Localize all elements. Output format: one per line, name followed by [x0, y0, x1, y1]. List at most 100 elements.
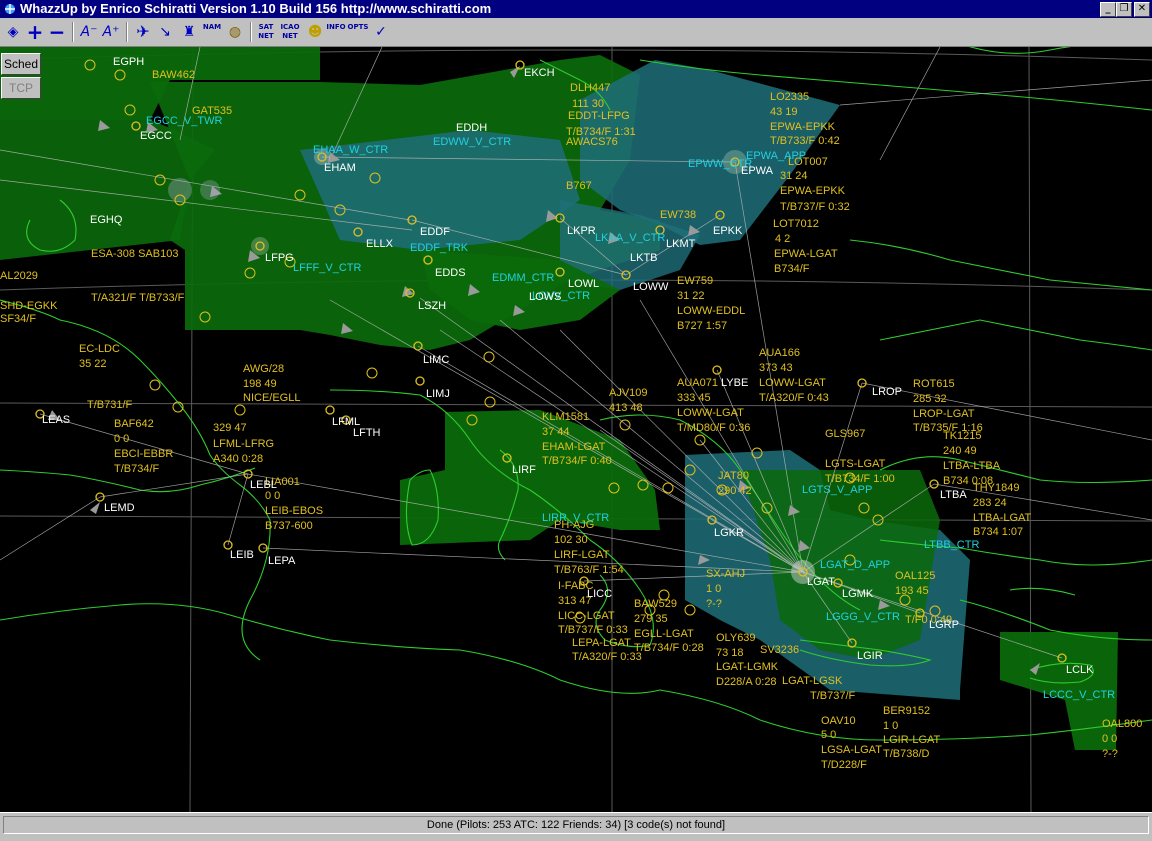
sched-button[interactable]: Sched	[1, 53, 41, 75]
airport-label[interactable]: LIMJ	[426, 388, 450, 400]
flight-label[interactable]: 333 45	[677, 392, 711, 404]
atc-label[interactable]: LGTS_V_APP	[802, 484, 872, 496]
opts-button[interactable]: OPTS	[347, 21, 369, 43]
airport-label[interactable]: EGPH	[113, 56, 144, 68]
flight-label[interactable]: BAF642	[114, 418, 154, 430]
flight-label[interactable]: 285 32	[913, 393, 947, 405]
flight-label[interactable]: T/B738/D	[883, 748, 930, 760]
flight-label[interactable]: LOWW-LGAT	[759, 377, 826, 389]
airport-label[interactable]: EHAM	[324, 162, 356, 174]
airport-label[interactable]: LGMK	[842, 588, 874, 600]
flight-label[interactable]: LOWW-EDDL	[677, 305, 745, 317]
map-canvas[interactable]: BAW462GAT535DLH447111 30EDDT-LFPGT/B734/…	[0, 47, 1152, 812]
airport-label[interactable]: LGKR	[714, 527, 744, 539]
flight-label[interactable]: AUA166	[759, 347, 800, 359]
flight-label[interactable]: 31 22	[677, 290, 705, 302]
airport-label[interactable]: LTBA	[940, 489, 967, 501]
flight-label[interactable]: LIRF-LGAT	[554, 549, 610, 561]
flight-label[interactable]: AWACS76	[566, 136, 618, 148]
airport-label[interactable]: LFTH	[353, 427, 381, 439]
flight-label[interactable]: ROT615	[913, 378, 955, 390]
flight-label[interactable]: T/MD80/F 0:36	[677, 422, 750, 434]
airport-label[interactable]: LEIB	[230, 549, 254, 561]
flight-label[interactable]: 279 35	[634, 613, 668, 625]
flight-label[interactable]: T/B734/F 0:28	[634, 642, 704, 654]
airport-label[interactable]: LKMT	[666, 238, 696, 250]
atc-label[interactable]: LFFF_V_CTR	[293, 262, 362, 274]
flight-label[interactable]: D228/A 0:28	[716, 676, 777, 688]
flight-label[interactable]: ?-?	[706, 598, 722, 610]
flight-label[interactable]: LFML-LFRG	[213, 438, 274, 450]
airport-label[interactable]: LIMC	[423, 354, 449, 366]
flight-label[interactable]: EC-LDC	[79, 343, 120, 355]
flight-label[interactable]: LEIB-EBOS	[265, 505, 323, 517]
flight-label[interactable]: SV3236	[760, 644, 799, 656]
flight-label[interactable]: 290 42	[718, 485, 752, 497]
flight-label[interactable]: EPWA-EPKK	[770, 121, 836, 133]
flight-label[interactable]: LTBA-LGAT	[973, 512, 1032, 524]
flight-label[interactable]: NICE/EGLL	[243, 392, 300, 404]
airport-label[interactable]: EDDF	[420, 226, 450, 238]
flight-label[interactable]: 5 0	[821, 729, 836, 741]
flight-label[interactable]: 1 0	[883, 720, 898, 732]
flight-label[interactable]: B737-600	[265, 520, 313, 532]
flight-label[interactable]: LO2335	[770, 91, 809, 103]
flight-label[interactable]: B767	[566, 180, 592, 192]
flight-label[interactable]: JAT80	[718, 470, 749, 482]
flight-label[interactable]: T/B737/F 0:32	[780, 201, 850, 213]
minimize-button[interactable]: _	[1100, 2, 1116, 17]
airport-label[interactable]: LEPA	[268, 555, 296, 567]
flight-label[interactable]: LROP-LGAT	[913, 408, 975, 420]
airport-label[interactable]: LKTB	[630, 252, 658, 264]
atc-label[interactable]: EHAA_W_CTR	[313, 144, 388, 156]
airport-label[interactable]: LOWL	[568, 278, 599, 290]
airport-label[interactable]: EDDS	[435, 267, 466, 279]
flight-label[interactable]: OAL800	[1102, 718, 1142, 730]
flight-label[interactable]: T/B733/F 0:42	[770, 135, 840, 147]
flight-label[interactable]: 240 49	[943, 445, 977, 457]
airport-label[interactable]: LOWW	[633, 281, 669, 293]
flight-label[interactable]: LOT7012	[773, 218, 819, 230]
airport-label[interactable]: LGAT	[807, 576, 835, 588]
flight-label[interactable]: LGAT-LGSK	[782, 675, 843, 687]
flight-label[interactable]: LTBA-LTBA	[943, 460, 1001, 472]
flight-label[interactable]: T/A320/F 0:33	[572, 651, 642, 663]
flight-label[interactable]: 0 0	[1102, 733, 1117, 745]
radar-map[interactable]: BAW462 GAT535 DLH447 111 30 EDDT-LFPG T/B734/…	[0, 47, 1152, 812]
flight-label[interactable]: BAW462	[152, 69, 195, 81]
airport-marker[interactable]	[325, 405, 335, 415]
flight-label[interactable]: EW759	[677, 275, 713, 287]
sat-net-button[interactable]: SAT NET	[255, 21, 277, 43]
flight-label[interactable]: AJV109	[609, 387, 648, 399]
flight-label[interactable]: 111 30	[572, 98, 604, 110]
font-decrease-button[interactable]: A⁻	[78, 21, 100, 43]
flight-label[interactable]: 193 45	[895, 585, 929, 597]
atc-label[interactable]: EDWW_V_CTR	[433, 136, 511, 148]
flight-label[interactable]: 0 0	[114, 433, 129, 445]
close-button[interactable]: ✕	[1134, 2, 1150, 17]
atc-label[interactable]: LTBB_CTR	[924, 539, 979, 551]
airport-label[interactable]: LICC	[587, 588, 612, 600]
flight-label[interactable]: EPWA-LGAT	[774, 248, 838, 260]
flight-label[interactable]: ESA-308 SAB103	[91, 248, 178, 260]
flight-label[interactable]: 1 0	[706, 583, 721, 595]
airport-label[interactable]: LEBL	[250, 479, 277, 491]
atc-label[interactable]: EGCC_V_TWR	[146, 115, 222, 127]
compass-icon[interactable]: ✓	[370, 21, 392, 43]
flight-label[interactable]: SHD-EGKK	[0, 300, 58, 312]
zoom-in-button[interactable]: +	[24, 21, 46, 43]
flight-label[interactable]: T/A321/F T/B733/F	[91, 292, 185, 304]
atc-label[interactable]: LIRR_V_CTR	[542, 512, 609, 524]
airport-label[interactable]: LEAS	[42, 414, 70, 426]
airport-label[interactable]: EPKK	[713, 225, 743, 237]
atc-label[interactable]: EPWA_APP	[746, 150, 806, 162]
flight-label[interactable]: GLS967	[825, 428, 865, 440]
flight-label[interactable]: B727 1:57	[677, 320, 727, 332]
airport-label[interactable]: LYBE	[721, 377, 748, 389]
flight-label[interactable]: T/B734/F 0:40	[542, 455, 612, 467]
globe-icon[interactable]: ◈	[2, 21, 24, 43]
airport-label[interactable]: EDDH	[456, 122, 487, 134]
tcp-button[interactable]: TCP	[1, 77, 41, 99]
airport-label[interactable]: EKCH	[524, 67, 555, 79]
flight-label[interactable]: T/B737/F	[810, 690, 856, 702]
